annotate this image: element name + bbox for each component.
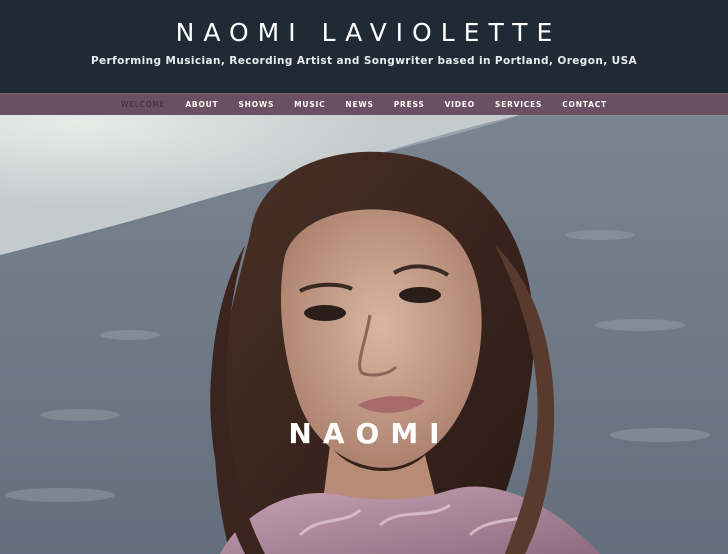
main-nav: WELCOME ABOUT SHOWS MUSIC NEWS PRESS VID… xyxy=(0,93,728,115)
site-tagline: Performing Musician, Recording Artist an… xyxy=(90,55,638,67)
nav-item-about[interactable]: ABOUT xyxy=(185,100,218,109)
nav-item-video[interactable]: VIDEO xyxy=(445,100,475,109)
hero-banner: NAOMI xyxy=(0,115,728,554)
nav-item-welcome[interactable]: WELCOME xyxy=(121,100,165,109)
nav-item-services[interactable]: SERVICES xyxy=(495,100,542,109)
nav-item-contact[interactable]: CONTACT xyxy=(562,100,607,109)
site-title[interactable]: NAOMI LAVIOLETTE xyxy=(0,18,728,47)
nav-item-press[interactable]: PRESS xyxy=(394,100,425,109)
nav-item-news[interactable]: NEWS xyxy=(345,100,373,109)
site-header: NAOMI LAVIOLETTE Performing Musician, Re… xyxy=(0,0,728,93)
nav-item-shows[interactable]: SHOWS xyxy=(238,100,274,109)
hero-photo xyxy=(0,115,728,554)
nav-item-music[interactable]: MUSIC xyxy=(294,100,325,109)
hero-title: NAOMI xyxy=(288,417,451,450)
